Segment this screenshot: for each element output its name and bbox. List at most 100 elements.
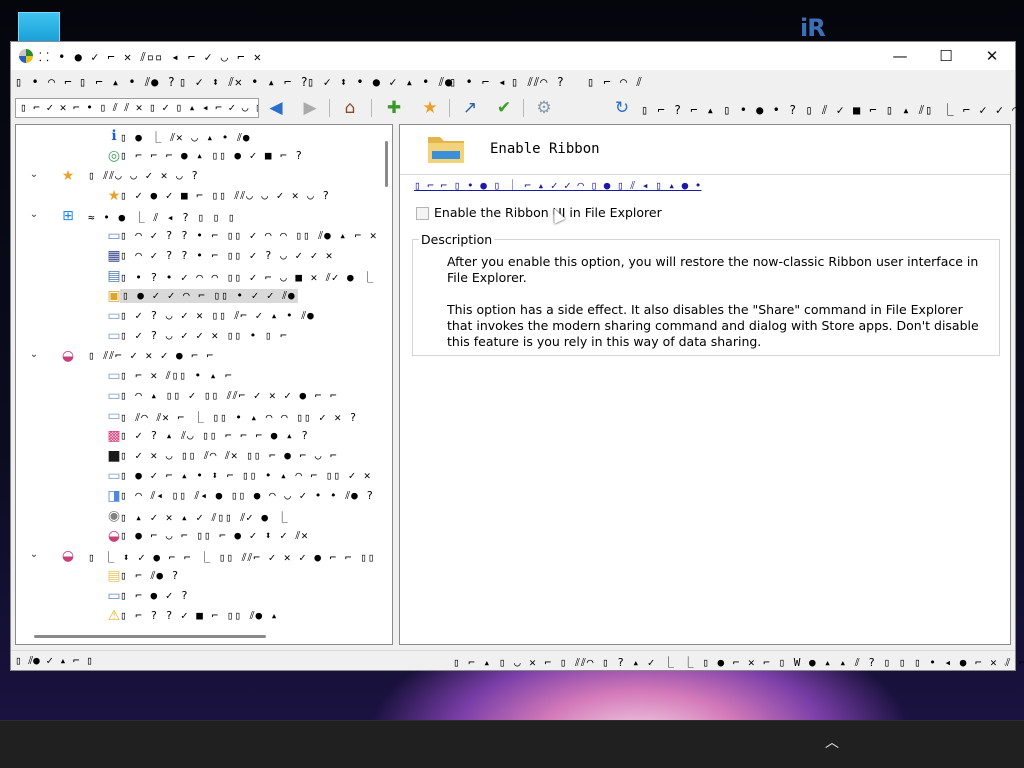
- tree-item[interactable]: ◎ ▯ ⌐ ⌐ ⌐ ● ▴ ▯▯ ● ✓ ■ ⌐ ?: [16, 146, 376, 166]
- tree-item[interactable]: ▭▯ ● ✓ ⌐ ▴ • ⬍ ⌐ ▯▯ • ▴ ◠ ⌐ ▯▯ ✓ ✕ ? ▯▯ …: [16, 466, 392, 486]
- toolbar: ▯ ⌐ ✓ ✕ ⌐ • ▯ ⫽ ⫽ ✕ ▯ ✓ ▯ ▴ ◂ ⌐ ✓ ◡ ▯ ▯ …: [11, 95, 1024, 121]
- tree-vertical-scrollbar[interactable]: [380, 125, 392, 629]
- menu-item-file[interactable]: ▯ • ◠ ⌐: [15, 75, 73, 89]
- status-bar: ▯ ⫽● ✓ ▴ ⌐ ▯ ▯ ⌐ ▴ ▯ ◡ ✕ ⌐ ▯ ⫽⫽◠ ▯ ? ▴ ✓…: [11, 650, 1024, 670]
- menu-item-help[interactable]: ▯ ⌐ ◠ ⫽: [587, 75, 643, 90]
- rainbow-icon: ◒: [61, 348, 75, 364]
- tree-item-label: ▯ ⫽◠ ⫽✕ ⌐ ⎿ ▯▯ • ▴ ◠ ◠ ▯▯ ✓ ✕ ?: [120, 411, 358, 424]
- menu-item-tools[interactable]: ▯ • ⌐ ◂: [449, 75, 507, 89]
- tree-item-label: ▯ ● ⎿ ⫽✕ ◡ ▴ • ⫽●: [120, 131, 251, 144]
- description-paragraph: This option has a side effect. It also d…: [447, 302, 979, 349]
- tree-item[interactable]: ⌄ ★ ▯ ⫽⫽◡ ◡ ✓ ✕ ◡ ?: [16, 166, 376, 186]
- tree-item[interactable]: ⌄ ◒ ▯ ⫽⫽⌐ ✓ ✕ ✓ ● ⌐ ⌐: [16, 346, 376, 366]
- close-button[interactable]: ✕: [969, 42, 1015, 70]
- toolbar-separator: [371, 99, 372, 117]
- enable-ribbon-label[interactable]: Enable the Ribbon UI in File Explorer: [434, 205, 662, 220]
- tree-item-label: ▯ ● ⌐ ◡ ⌐ ▯▯ ⌐ ● ✓ ⬍ ✓ ⫽✕: [120, 529, 309, 542]
- tree-item[interactable]: ■ ▯ ✓ ✕ ◡ ▯▯ ⫽◠ ⫽✕ ▯▯ ⌐ ● ⌐ ◡ ⌐: [16, 446, 376, 466]
- toolbar-separator: [449, 99, 450, 117]
- tree-item[interactable]: ▭ ▯ ⌐ ✕ ⫽▯▯ • ▴ ⌐: [16, 366, 376, 386]
- menu-item-favorites[interactable]: ▯ ✓ ⬍ • ● ✓ ▴ • ⫽●: [307, 75, 453, 90]
- tree-item[interactable]: ▭ ▯ ◠ ▴ ▯▯ ✓ ▯▯ ⫽⫽⌐ ✓ ✕ ✓ ● ⌐ ⌐: [16, 386, 376, 406]
- add-icon[interactable]: ✚: [381, 97, 407, 119]
- window-title: ⸬ • ● ✓ ⌐ ✕ ⫽▫▫ ◂ ⌐ ✓ ◡ ⌐ ✕: [39, 50, 262, 64]
- desktop-shortcut-icon[interactable]: [18, 12, 60, 42]
- description-paragraph: After you enable this option, you will r…: [447, 254, 979, 285]
- vertical-scroll-thumb[interactable]: [385, 141, 388, 187]
- home-icon[interactable]: ⌂: [337, 97, 363, 119]
- chevron-up-icon[interactable]: ︿: [822, 733, 842, 753]
- star-icon: ★: [61, 168, 75, 184]
- tree-item-label: ▯ ✓ ● ✓ ■ ⌐ ▯▯ ⫽⫽◡ ◡ ✓ ✕ ◡ ?: [120, 189, 330, 202]
- tree-item[interactable]: ★ ▯ ✓ ● ✓ ■ ⌐ ▯▯ ⫽⫽◡ ◡ ✓ ✕ ◡ ?: [16, 186, 376, 206]
- desktop-logo: iR: [800, 14, 826, 42]
- enable-ribbon-checkbox[interactable]: [416, 207, 429, 220]
- tree-item[interactable]: ▣ ▯ ● ✓ ✓ ◠ ⌐ ▯▯ • ✓ ✓ ⫽●: [16, 286, 376, 306]
- resize-grip-icon[interactable]: ⋰: [1003, 657, 1013, 667]
- tree-item[interactable]: ▭ ▯ ⫽◠ ⫽✕ ⌐ ⎿ ▯▯ • ▴ ◠ ◠ ▯▯ ✓ ✕ ?: [16, 406, 376, 426]
- tree-item[interactable]: ▦ ▯ ◠ ✓ ? ? • ⌐ ▯▯ ✓ ? ◡ ✓ ✓ ✕: [16, 246, 376, 266]
- tree-item-label: ▯ ✓ ? ◡ ✓ ✕ ▯▯ ⫽⌐ ✓ ▴ • ⫽●: [120, 309, 315, 322]
- forward-icon[interactable]: ▶: [297, 97, 323, 119]
- tree-item[interactable]: ◉ ▯ ▴ ✓ ✕ ▴ ✓ ⫽▯▯ ⫽✓ ● ⎿: [16, 506, 376, 526]
- detail-header: Enable Ribbon: [400, 125, 1010, 175]
- tree-item[interactable]: ◒ ▯ ● ⌐ ◡ ⌐ ▯▯ ⌐ ● ✓ ⬍ ✓ ⫽✕: [16, 526, 376, 546]
- tree-item[interactable]: ℹ ▯ ● ⎿ ⫽✕ ◡ ▴ • ⫽●: [16, 126, 376, 146]
- tree-expander-icon[interactable]: ⌄: [28, 349, 40, 361]
- tree-item-label: ▯ ⎿ ⬍ ✓ ● ⌐ ⌐ ⎿ ▯▯ ⫽⫽⌐ ✓ ✕ ✓ ● ⌐ ⌐ ▯▯ ⌐ …: [88, 551, 392, 564]
- tree-item-label: ▯ ⌐ ⌐ ⌐ ● ▴ ▯▯ ● ✓ ■ ⌐ ?: [120, 149, 303, 162]
- settings-icon[interactable]: ⚙: [531, 97, 557, 119]
- tree-item[interactable]: ▭▯ ◠ ✓ ? ? • ⌐ ▯▯ ✓ ◠ ◠ ▯▯ ⫽● ▴ ⌐ ✕ ▴ ▯▯…: [16, 226, 392, 246]
- tree-expander-icon[interactable]: ⌄: [28, 169, 40, 181]
- app-icon: [19, 49, 33, 63]
- tree-item[interactable]: ⚠ ▯ ⌐ ? ? ✓ ■ ⌐ ▯▯ ⫽● ▴: [16, 606, 376, 626]
- tree-item-label: ▯ ◠ ✓ ? ? • ⌐ ▯▯ ✓ ◠ ◠ ▯▯ ⫽● ▴ ⌐ ✕ ▴ ▯▯ …: [120, 229, 392, 242]
- tree-item[interactable]: ⌄ ⊞ ≈ • ● ⎿ ⫽ ◂ ? ▯ ▯ ▯: [16, 206, 376, 226]
- tree-item-label: ▯ ✓ ? ▴ ⫽◡ ▯▯ ⌐ ⌐ ⌐ ● ▴ ?: [120, 429, 309, 442]
- detail-panel: Enable Ribbon ▯ ⌐ ⌐ ▯ • ● ▯ ⎿ ⌐ ▴ ✓ ✓ ◠ …: [399, 124, 1011, 645]
- title-bar[interactable]: ⸬ • ● ✓ ⌐ ✕ ⫽▫▫ ◂ ⌐ ✓ ◡ ⌐ ✕ — ☐ ✕: [11, 42, 1015, 70]
- tree-item[interactable]: ▭ ▯ ⌐ ● ✓ ?: [16, 586, 376, 606]
- tree-item-label: ▯ ⌐ ✕ ⫽▯▯ • ▴ ⌐: [120, 369, 233, 382]
- settings-tree[interactable]: ℹ ▯ ● ⎿ ⫽✕ ◡ ▴ • ⫽● ◎ ▯ ⌐ ⌐ ⌐ ● ▴ ▯▯ ● ✓ ■ …: [15, 124, 393, 645]
- detail-title: Enable Ribbon: [490, 141, 600, 157]
- tree-expander-icon[interactable]: ⌄: [28, 549, 40, 561]
- share-icon[interactable]: ↗: [457, 97, 483, 119]
- favorite-icon[interactable]: ★: [417, 97, 443, 119]
- minimize-button[interactable]: —: [877, 42, 923, 70]
- tree-horizontal-scrollbar[interactable]: [16, 629, 392, 643]
- apply-icon[interactable]: ✔: [491, 97, 517, 119]
- tree-item-label: ▯ ⫽⫽⌐ ✓ ✕ ✓ ● ⌐ ⌐: [88, 349, 215, 362]
- refresh-icon[interactable]: ↻: [609, 97, 635, 119]
- tree-item-label: ▯ ⌐ ? ? ✓ ■ ⌐ ▯▯ ⫽● ▴: [120, 609, 279, 622]
- tree-item-label: ▯ • ? • ✓ ◠ ◠ ▯▯ ✓ ⌐ ◡ ■ ✕ ⫽✓ ● ⎿ ▯▯ ⫽⫽?: [120, 271, 392, 284]
- menu-item-options[interactable]: ▯ ⫽⫽◠ ?: [511, 75, 565, 90]
- description-title: Description: [419, 232, 495, 247]
- detail-link[interactable]: ▯ ⌐ ⌐ ▯ • ● ▯ ⎿ ⌐ ▴ ✓ ✓ ◠ ▯ ● ▯ ⫽ ◂ ▯ ▴ …: [414, 177, 701, 193]
- taskbar: [0, 720, 1024, 768]
- menu-item-edit[interactable]: ▯ ⌐ ▴ • ⫽● ?: [79, 75, 176, 90]
- search-input[interactable]: ▯ ⌐ ✓ ✕ ⌐ • ▯ ⫽ ⫽ ✕ ▯ ✓ ▯ ▴ ◂ ⌐ ✓ ◡ ▯ ▯ …: [15, 98, 259, 118]
- tree-item-label: ▯ ● ✓ ⌐ ▴ • ⬍ ⌐ ▯▯ • ▴ ◠ ⌐ ▯▯ ✓ ✕ ? ▯▯ ⫽…: [120, 469, 392, 482]
- horizontal-scroll-thumb[interactable]: [34, 635, 266, 638]
- tree-item-label: ▯ ✓ ? ◡ ✓ ✓ ✕ ▯▯ • ▯ ⌐: [120, 329, 288, 342]
- tree-item[interactable]: ▤ ▯ ⌐ ⫽● ?: [16, 566, 376, 586]
- tree-item[interactable]: ⌄ ◒ ▯ ⎿ ⬍ ✓ ● ⌐ ⌐ ⎿ ▯▯ ⫽⫽⌐ ✓ ✕ ✓ ● ⌐ ⌐ ▯▯ …: [16, 546, 392, 566]
- maximize-button[interactable]: ☐: [923, 42, 969, 70]
- tree-item[interactable]: ▭ ▯ ✓ ? ◡ ✓ ✓ ✕ ▯▯ • ▯ ⌐: [16, 326, 376, 346]
- menu-item-view[interactable]: ▯ ✓ ⬍ ⫽✕ • ▴ ⌐ ?: [179, 75, 309, 90]
- tree-expander-icon[interactable]: ⌄: [28, 209, 40, 221]
- back-icon[interactable]: ◀: [263, 97, 289, 119]
- folder-icon: [428, 137, 464, 163]
- rainbow-icon: ◒: [61, 548, 75, 564]
- status-right-text[interactable]: ▯ ⌐ ▴ ▯ ◡ ✕ ⌐ ▯ ⫽⫽◠ ▯ ? ▴ ✓ ⎿ ⎿ ▯ ● ⌐ ✕ …: [453, 654, 1024, 670]
- tree-item-label: ▯ ◠ ▴ ▯▯ ✓ ▯▯ ⫽⫽⌐ ✓ ✕ ✓ ● ⌐ ⌐: [120, 389, 338, 402]
- tree-item[interactable]: ▩ ▯ ✓ ? ▴ ⫽◡ ▯▯ ⌐ ⌐ ⌐ ● ▴ ?: [16, 426, 376, 446]
- tree-item-label: ▯ ⌐ ● ✓ ?: [120, 589, 189, 602]
- tree-item[interactable]: ◨ ▯ ◠ ⫽◂ ▯▯ ⫽◂ ● ▯▯ ● ◠ ◡ ✓ • • ⫽● ?: [16, 486, 376, 506]
- status-left-text: ▯ ⫽● ✓ ▴ ⌐ ▯: [15, 654, 93, 667]
- menu-bar: ▯ • ◠ ⌐ ▯ ⌐ ▴ • ⫽● ? ▯ ✓ ⬍ ⫽✕ • ▴ ⌐ ? ▯ …: [11, 72, 1015, 94]
- toolbar-label: ▯ ⌐ ? ⌐ ▴ ▯ • ● • ? ▯ ⫽ ✓ ■ ⌐ ▯ ▴ ⫽▯ ⎿ ⌐…: [641, 103, 1024, 117]
- tree-item[interactable]: ▤▯ • ? • ✓ ◠ ◠ ▯▯ ✓ ⌐ ◡ ■ ✕ ⫽✓ ● ⎿ ▯▯ ⫽⫽…: [16, 266, 392, 286]
- tree-item[interactable]: ▭ ▯ ✓ ? ◡ ✓ ✕ ▯▯ ⫽⌐ ✓ ▴ • ⫽●: [16, 306, 376, 326]
